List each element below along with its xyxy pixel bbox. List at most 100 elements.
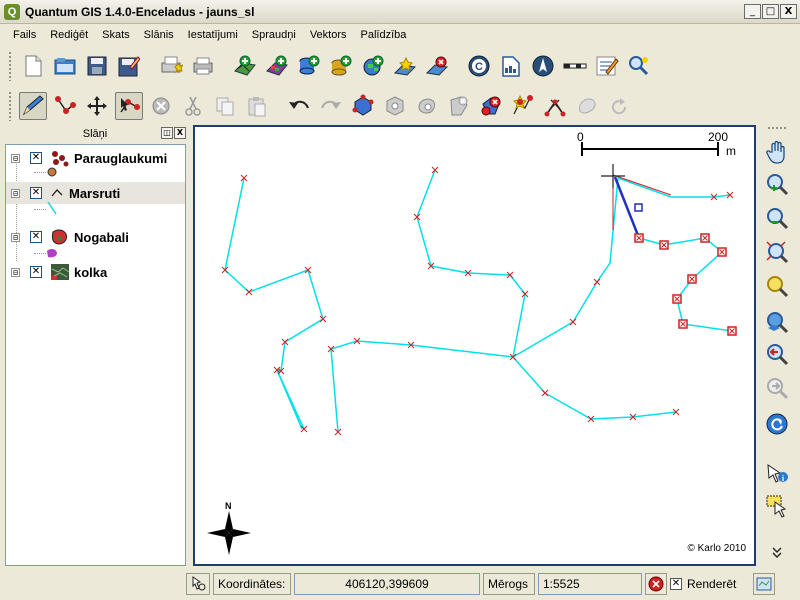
capture-point-icon[interactable] xyxy=(51,92,79,120)
scale-label: Mērogs xyxy=(483,573,535,595)
menu-layer[interactable]: Slānis xyxy=(137,29,181,41)
split-features-icon[interactable] xyxy=(541,92,569,120)
delete-part-icon[interactable] xyxy=(477,92,505,120)
scale-bar-unit-label: m xyxy=(726,144,736,158)
expand-toggle[interactable]: ⊟ xyxy=(11,267,20,277)
paste-features-icon[interactable] xyxy=(243,92,271,120)
render-toggle[interactable]: ✕ Renderēt xyxy=(670,573,750,595)
north-arrow-icon[interactable] xyxy=(529,52,557,80)
map-view[interactable] xyxy=(195,127,754,564)
new-vector-layer-icon[interactable] xyxy=(391,52,419,80)
scale-field[interactable]: 1:5525 xyxy=(538,573,642,595)
layer-row-parauglaukumi[interactable]: ⊟ ✕ Parauglaukumi xyxy=(6,147,185,169)
zoom-in-icon[interactable] xyxy=(763,170,791,198)
redo-icon[interactable] xyxy=(317,92,345,120)
more-chevron-icon[interactable] xyxy=(763,546,791,560)
move-feature-icon[interactable] xyxy=(83,92,111,120)
vertex-marker xyxy=(541,389,549,397)
menu-help[interactable]: Palīdzība xyxy=(354,29,414,41)
delete-ring-icon[interactable] xyxy=(445,92,473,120)
delete-selected-icon[interactable] xyxy=(147,92,175,120)
undo-icon[interactable] xyxy=(285,92,313,120)
expand-toggle[interactable]: ⊟ xyxy=(11,188,20,198)
stop-render-icon[interactable] xyxy=(645,573,667,595)
expand-toggle[interactable]: ⊟ xyxy=(11,232,20,242)
crs-status-icon[interactable] xyxy=(753,573,775,595)
identify-icon[interactable]: i xyxy=(763,460,791,488)
status-bar: Koordinātes: 406120,399609 Mērogs 1:5525… xyxy=(0,568,800,600)
node-tool-icon[interactable] xyxy=(115,92,143,120)
cut-features-icon[interactable] xyxy=(179,92,207,120)
rotate-icon[interactable] xyxy=(605,92,633,120)
menu-file[interactable]: Fails xyxy=(6,29,43,41)
save-as-icon[interactable] xyxy=(115,52,143,80)
menu-settings[interactable]: Iestatījumi xyxy=(181,29,245,41)
zoom-selection-icon[interactable] xyxy=(763,272,791,300)
toolbar-grip[interactable] xyxy=(8,91,12,121)
add-raster-layer-icon[interactable] xyxy=(263,52,291,80)
zoom-next-icon[interactable] xyxy=(763,374,791,402)
layer-legend: ⊟ ✕ Parauglaukumi ⊟ ✕ Marsruti ⊟ ✕ Nogab… xyxy=(5,144,186,566)
layer-visibility-checkbox[interactable]: ✕ xyxy=(30,152,42,164)
minimize-button[interactable]: _ xyxy=(744,4,761,19)
layer-visibility-checkbox[interactable]: ✕ xyxy=(30,231,42,243)
menu-view[interactable]: Skats xyxy=(95,29,137,41)
line-layer-icon xyxy=(50,184,70,202)
toolbar-grip[interactable] xyxy=(8,51,12,81)
dock-float-button[interactable]: ◫ xyxy=(161,127,173,139)
menu-edit[interactable]: Rediģēt xyxy=(43,29,95,41)
merge-features-icon[interactable] xyxy=(573,92,601,120)
layer-row-marsruti[interactable]: ⊟ ✕ Marsruti xyxy=(6,182,185,204)
layer-row-nogabali[interactable]: ⊟ ✕ Nogabali xyxy=(6,226,185,248)
select-icon[interactable] xyxy=(763,492,791,520)
new-project-icon[interactable] xyxy=(19,52,47,80)
add-island-icon[interactable] xyxy=(413,92,441,120)
toolbar-grip[interactable] xyxy=(767,126,787,130)
render-checkbox[interactable]: ✕ xyxy=(670,578,682,590)
copy-features-icon[interactable] xyxy=(211,92,239,120)
zoom-out-icon[interactable] xyxy=(763,204,791,232)
pan-icon[interactable] xyxy=(763,138,791,166)
route-line xyxy=(330,340,514,433)
menu-plugins[interactable]: Spraudņi xyxy=(245,29,303,41)
simplify-feature-icon[interactable] xyxy=(349,92,377,120)
remove-layer-icon[interactable] xyxy=(423,52,451,80)
open-project-icon[interactable] xyxy=(51,52,79,80)
layer-visibility-checkbox[interactable]: ✕ xyxy=(30,187,42,199)
add-spatialite-layer-icon[interactable] xyxy=(327,52,355,80)
edit-toolbar xyxy=(0,86,800,126)
add-vector-layer-icon[interactable] xyxy=(231,52,259,80)
polygon-layer-icon xyxy=(50,228,70,246)
expand-toggle[interactable]: ⊟ xyxy=(11,153,20,163)
scale-bar-right-label: 200 xyxy=(708,130,729,144)
toggle-editing-icon[interactable] xyxy=(19,92,47,120)
print-composer-icon[interactable] xyxy=(157,52,185,80)
toggle-extents-icon[interactable] xyxy=(186,573,210,595)
gps-icon[interactable] xyxy=(497,52,525,80)
map-canvas[interactable]: 0 200 m N © Karlo 2010 xyxy=(193,125,756,566)
selected-vertex xyxy=(634,203,643,212)
zoom-layer-icon[interactable] xyxy=(763,308,791,336)
add-wms-layer-icon[interactable] xyxy=(359,52,387,80)
layer-row-kolka[interactable]: ⊟ ✕ kolka xyxy=(6,261,185,283)
save-project-icon[interactable] xyxy=(83,52,111,80)
layer-visibility-checkbox[interactable]: ✕ xyxy=(30,266,42,278)
dock-close-button[interactable]: X xyxy=(174,127,186,139)
coordinates-field[interactable]: 406120,399609 xyxy=(294,573,480,595)
close-button[interactable]: X xyxy=(780,4,797,19)
plugins-icon[interactable] xyxy=(625,52,653,80)
edit-note-icon[interactable] xyxy=(593,52,621,80)
add-ring-icon[interactable] xyxy=(381,92,409,120)
zoom-last-icon[interactable] xyxy=(763,340,791,368)
window-title: Quantum GIS 1.4.0-Enceladus - jauns_sl xyxy=(25,4,255,19)
print-icon[interactable] xyxy=(189,52,217,80)
zoom-full-icon[interactable] xyxy=(763,238,791,266)
copyright-label-icon[interactable]: C xyxy=(465,52,493,80)
maximize-button[interactable]: □ xyxy=(762,4,779,19)
scale-bar-icon[interactable] xyxy=(561,52,589,80)
add-postgis-layer-icon[interactable] xyxy=(295,52,323,80)
reshape-features-icon[interactable] xyxy=(509,92,537,120)
cursor-crosshair xyxy=(601,164,625,188)
refresh-icon[interactable] xyxy=(763,410,791,438)
menu-vector[interactable]: Vektors xyxy=(303,29,354,41)
